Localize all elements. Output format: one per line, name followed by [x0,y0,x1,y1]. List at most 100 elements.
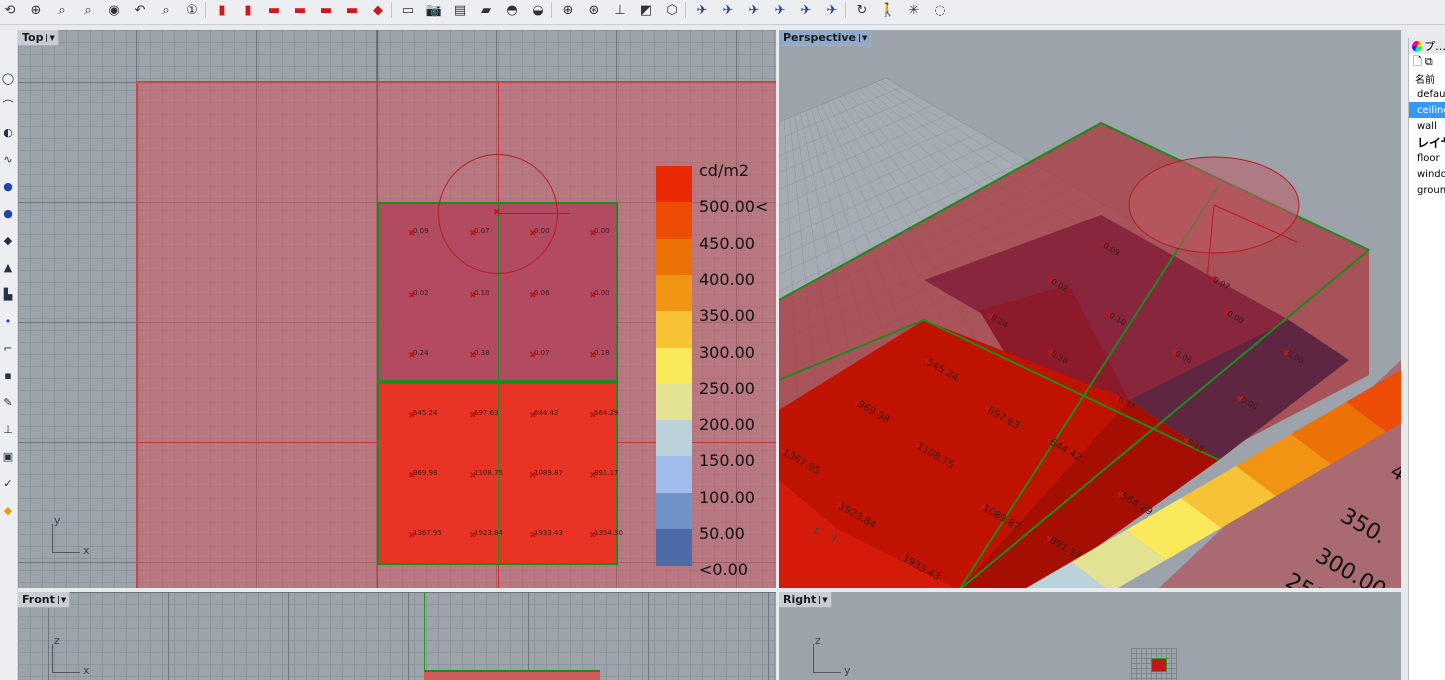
layer-item-レイヤ[interactable]: レイヤ [1409,134,1445,150]
viewport-front[interactable]: z x Front ▼ [18,592,776,680]
arc-tool-icon[interactable]: ⌒ [0,97,16,113]
axis-y-label: y [831,530,838,543]
legend-color-swatch [656,383,692,421]
surface-tool-icon[interactable]: ◆ [0,232,16,248]
layer-item-window[interactable]: window [1409,166,1445,182]
zoom-selected-icon[interactable]: ◉ [104,0,124,20]
point-tool-icon[interactable]: • [0,313,16,329]
copy-layer-icon[interactable]: ⧉ [1425,55,1433,69]
cplane-cube-icon[interactable]: ⬡ [662,0,682,20]
target-circle-icon[interactable]: ◌ [930,0,950,20]
axis-x-label: x [83,544,90,557]
toolbar-separator [845,2,846,18]
lower_room-value-label: 891.17 [594,469,619,477]
axis-x-label: x [83,664,90,677]
room-model-small[interactable] [1151,658,1167,672]
render-tool-icon[interactable]: ◆ [0,502,16,518]
viewport-top[interactable]: ✖ ✖ 0.09 ✖ 0.07 ✖ 0.00 ✖ 0.00 ✖ 0.02 ✖ 0.10 ✖ 0.06 ✖ 0.… [18,30,776,588]
viewport-perspective-title[interactable]: Perspective ▼ [779,30,872,46]
solid-tool-icon[interactable]: ▙ [0,286,16,302]
transform-tool-icon[interactable]: ▪ [0,367,16,383]
legend-label: 400.00 [699,269,755,289]
layer-item-wall[interactable]: wall [1409,118,1445,134]
car-perspective-view-icon[interactable]: ◆ [368,0,388,20]
chevron-down-icon[interactable]: ▼ [819,595,828,604]
chevron-down-icon[interactable]: ▼ [46,33,55,42]
open-folder-icon[interactable]: ▰ [476,0,496,20]
named-view-icon[interactable]: ▭ [398,0,418,20]
layer-item-floor[interactable]: floor [1409,150,1445,166]
cplane-tool-icon[interactable]: ⊥ [0,421,16,437]
chevron-down-icon[interactable]: ▼ [859,33,867,42]
zoom-in-out-icon[interactable]: ⊕ [26,0,46,20]
layer-item-ground[interactable]: ground [1409,182,1445,198]
spotlight-icon[interactable]: ◒ [528,0,548,20]
layer-panel: プ… 🗋 ⧉ 名前 defaultceilingwallレイヤfloorwind… [1408,38,1445,680]
plane-back-icon[interactable]: ✈ [822,0,842,20]
ellipse-tool-icon[interactable]: ◐ [0,124,16,140]
car-front-view-icon[interactable]: ▬ [264,0,284,20]
car-back-view-icon[interactable]: ▬ [342,0,362,20]
new-layer-icon[interactable]: 🗋 [1413,53,1422,72]
sun-light-icon[interactable]: ✳ [904,0,924,20]
zoom-window-icon[interactable]: ⌕ [78,0,98,20]
axis-y-label: y [54,514,61,527]
fillet-tool-icon[interactable]: ⌐ [0,340,16,356]
curve-tool-icon[interactable]: ∿ [0,151,16,167]
group-tool-icon[interactable]: ▣ [0,448,16,464]
z-axis-line [424,592,425,680]
car-left-view-icon[interactable]: ▬ [290,0,310,20]
upper_room-value-label: 0.06 [534,289,550,297]
zoom-target-icon[interactable]: ⌕ [156,0,176,20]
cplane-origin-icon[interactable]: ⊛ [584,0,604,20]
room-section[interactable] [424,670,600,680]
lower_room-value-label: 644.42 [534,409,559,417]
plane-left-icon[interactable]: ✈ [770,0,790,20]
viewport-front-title[interactable]: Front ▼ [18,592,71,608]
axis-indicator: z y [813,634,853,677]
upper_room-value-label: 0.38 [474,349,490,357]
axis-y-label: y [844,664,851,677]
legend-label: 300.00 [699,342,755,362]
legend-label: 50.00 [699,524,745,543]
zoom-1to1-icon[interactable]: ① [182,0,202,20]
grid-major [18,592,776,680]
light-icon[interactable]: ◓ [502,0,522,20]
zoom-extents-icon[interactable]: ⌕ [52,0,72,20]
car-bottom-view-icon[interactable]: ▮ [238,0,258,20]
cplane-object-icon[interactable]: ◩ [636,0,656,20]
plane-right-icon[interactable]: ✈ [744,0,764,20]
viewport-right[interactable]: z y Right ▼ [779,592,1401,680]
layer-item-default[interactable]: default [1409,86,1445,102]
viewport-perspective[interactable]: 4350.300.00250 ✖0.09✖0.07✖0.00✖0.02✖0.10… [779,30,1401,588]
viewport-right-title[interactable]: Right ▼ [779,592,832,608]
undo-view-icon[interactable]: ↶ [130,0,150,20]
legend-color-swatch [656,274,692,312]
rotate-camera-icon[interactable]: ↻ [852,0,872,20]
car-top-view-icon[interactable]: ▮ [212,0,232,20]
array-tool-icon[interactable]: ✎ [0,394,16,410]
sphere-tool-icon[interactable]: ● [0,178,16,194]
dimension-tool-icon[interactable]: ✓ [0,475,16,491]
plane-front-icon[interactable]: ✈ [718,0,738,20]
legend-label: 350.00 [699,306,755,326]
save-view-icon[interactable]: ▤ [450,0,470,20]
target-cplane-icon[interactable]: ⊕ [558,0,578,20]
plane-top-icon[interactable]: ✈ [692,0,712,20]
viewport-right-label: Right [783,593,817,606]
layer-item-ceiling[interactable]: ceiling [1409,102,1445,118]
plane-side-icon[interactable]: ✈ [796,0,816,20]
extrude-tool-icon[interactable]: ▲ [0,259,16,275]
circle-tool-icon[interactable]: ◯ [0,70,16,86]
cplane-axis-icon[interactable]: ⊥ [610,0,630,20]
lower_room-value-label: 1933.43 [534,529,563,537]
viewport-top-title[interactable]: Top ▼ [18,30,59,46]
car-right-view-icon[interactable]: ▬ [316,0,336,20]
chevron-down-icon[interactable]: ▼ [57,595,66,604]
ball-tool-icon[interactable]: ● [0,205,16,221]
lower_room-value-label: 564.29 [594,409,619,417]
rotate-view-icon[interactable]: ⟲ [0,0,20,20]
camera-icon[interactable]: 📷 [424,0,444,20]
light-direction-line [498,213,570,214]
walkabout-icon[interactable]: 🚶 [878,0,898,20]
